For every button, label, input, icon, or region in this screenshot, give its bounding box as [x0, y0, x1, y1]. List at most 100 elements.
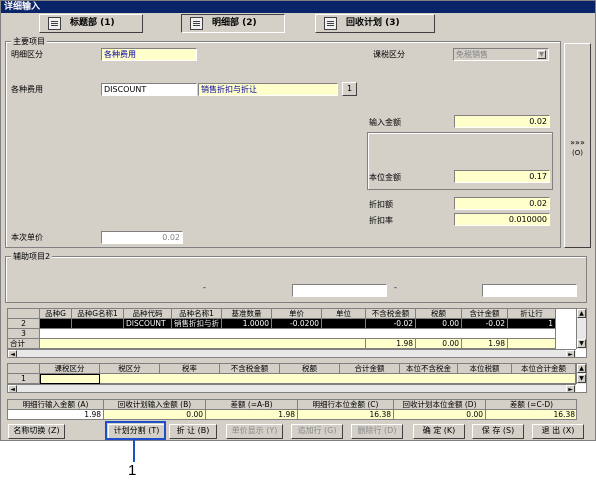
- cell[interactable]: [40, 374, 100, 384]
- tab-header[interactable]: 标题部 (1): [39, 14, 143, 33]
- cell[interactable]: -0.02: [462, 319, 508, 329]
- aux-field-1[interactable]: [292, 284, 387, 297]
- discount-rate-field[interactable]: 0.010000: [454, 213, 550, 226]
- col-header: 品种名称1: [172, 309, 222, 319]
- cell[interactable]: [100, 374, 576, 384]
- cell[interactable]: 销售折扣与折: [172, 319, 222, 329]
- tab-collection-plan-label: 回收计划 (3): [346, 18, 400, 28]
- tax-grid-hscroll[interactable]: ◄ ►: [8, 384, 576, 392]
- main-items-label: 主要项目: [11, 36, 47, 47]
- tax-type-select[interactable]: 免税销售: [453, 48, 549, 61]
- save-button[interactable]: 保 存 (S): [472, 424, 524, 439]
- scroll-up-icon[interactable]: ▲: [577, 309, 586, 318]
- col-header: 合计金额: [340, 364, 400, 374]
- cell[interactable]: DISCOUNT: [124, 319, 172, 329]
- row-number: 1: [8, 374, 40, 384]
- document-icon: [324, 17, 337, 30]
- col-header: 品种G: [40, 309, 72, 319]
- tax-grid-vscroll[interactable]: ▲ ▼: [576, 364, 586, 384]
- summary-value: 0.00: [394, 410, 486, 419]
- summary-header-cell: 差额 (=C-D): [486, 400, 576, 410]
- cell[interactable]: -0.02: [366, 319, 416, 329]
- aux-dash-1: -: [203, 283, 206, 292]
- sum-cell: [508, 339, 556, 349]
- tab-detail-label: 明细部 (2): [212, 18, 257, 28]
- summary-header-cell: 回收计划本位金额 (D): [394, 400, 486, 410]
- scroll-down-icon[interactable]: ▼: [577, 374, 586, 383]
- cell[interactable]: 1: [508, 319, 556, 329]
- summary-table: 明细行输入金额 (A) 回收计划输入金额 (B) 差额 (=A-B) 明细行本位…: [7, 399, 577, 420]
- empty-row[interactable]: [40, 329, 556, 339]
- row-number: 2: [8, 319, 40, 329]
- tax-grid[interactable]: 课税区分 税区分 税率 不含税金额 税额 合计金额 本位不含税金 本位税额 本位…: [7, 363, 587, 393]
- tab-collection-plan[interactable]: 回收计划 (3): [315, 14, 435, 33]
- tax-type-label: 课税区分: [373, 50, 405, 59]
- aux-dash-2: -: [394, 283, 397, 292]
- col-header: 基准数量: [222, 309, 272, 319]
- cell[interactable]: 0.00: [416, 319, 462, 329]
- input-amount-field[interactable]: 0.02: [454, 115, 550, 128]
- tab-detail[interactable]: 明细部 (2): [181, 14, 285, 33]
- discount-amount-field[interactable]: 0.02: [454, 197, 550, 210]
- col-header: 税额: [416, 309, 462, 319]
- sum-cell: 0.00: [416, 339, 462, 349]
- detail-grid[interactable]: 品种G 品种G名称1 品种代码 品种名称1 基准数量 单价 单位 不含税金额 税…: [7, 308, 587, 358]
- callout-line: [133, 440, 135, 462]
- aux-field-2[interactable]: [482, 284, 577, 297]
- expense-name-field: 销售折扣与折让: [198, 83, 338, 96]
- base-amount-field[interactable]: 0.17: [454, 170, 550, 183]
- document-icon: [48, 17, 61, 30]
- summary-value: 1.98: [206, 410, 298, 419]
- sum-cell: 1.98: [462, 339, 508, 349]
- confirm-button[interactable]: 确 定 (K): [413, 424, 465, 439]
- detail-grid-vscroll[interactable]: ▲ ▼: [576, 309, 586, 349]
- scroll-left-icon[interactable]: ◄: [8, 385, 17, 392]
- summary-header-cell: 差额 (=A-B): [206, 400, 298, 410]
- add-row-button[interactable]: 追加行 (G): [291, 424, 343, 439]
- expand-side-button[interactable]: »»» (O): [564, 43, 591, 248]
- detail-type-field[interactable]: 各种费用: [101, 48, 197, 61]
- col-header: 本位不含税金: [400, 364, 458, 374]
- unit-price-field[interactable]: 0.02: [101, 231, 183, 244]
- name-switch-button[interactable]: 名称切换 (Z): [8, 424, 65, 439]
- aux-items-label: 辅助项目2: [11, 251, 53, 262]
- col-header: 税率: [160, 364, 220, 374]
- scroll-right-icon[interactable]: ►: [566, 385, 575, 392]
- tab-bar: 标题部 (1) 明细部 (2) 回收计划 (3): [3, 14, 593, 34]
- unit-price-display-button[interactable]: 单价显示 (Y): [226, 424, 283, 439]
- base-amount-label: 本位金额: [369, 173, 401, 182]
- delete-row-button[interactable]: 删除行 (D): [351, 424, 403, 439]
- expense-lookup-button[interactable]: 1: [342, 82, 357, 96]
- tab-header-label: 标题部 (1): [70, 18, 115, 28]
- tax-type-value: 免税销售: [456, 50, 488, 59]
- scroll-down-icon[interactable]: ▼: [577, 339, 586, 348]
- col-header: 折让行: [508, 309, 556, 319]
- cell[interactable]: -0.0200: [272, 319, 322, 329]
- expense-code-field[interactable]: DISCOUNT: [101, 83, 197, 96]
- summary-value: 1.98: [8, 410, 104, 419]
- cell[interactable]: [322, 319, 366, 329]
- cell[interactable]: [40, 319, 72, 329]
- sum-label: 合计: [8, 339, 40, 349]
- col-header: 课税区分: [40, 364, 100, 374]
- scroll-right-icon[interactable]: ►: [566, 350, 575, 357]
- scroll-left-icon[interactable]: ◄: [8, 350, 17, 357]
- scroll-up-icon[interactable]: ▲: [577, 364, 586, 373]
- exit-button[interactable]: 退 出 (X): [532, 424, 584, 439]
- col-header: 本位合计金额: [512, 364, 576, 374]
- row-number: 3: [8, 329, 40, 339]
- col-header: 单位: [322, 309, 366, 319]
- discount-button[interactable]: 折 让 (B): [169, 424, 217, 439]
- summary-value: 16.38: [486, 410, 576, 419]
- col-header: 品种代码: [124, 309, 172, 319]
- cell[interactable]: [72, 319, 124, 329]
- summary-header-cell: 明细行输入金额 (A): [8, 400, 104, 410]
- callout-highlight-box: [105, 421, 166, 440]
- cell[interactable]: 1.0000: [222, 319, 272, 329]
- document-icon: [190, 17, 203, 30]
- chevron-down-icon[interactable]: ▼: [537, 50, 546, 59]
- discount-rate-label: 折扣率: [369, 216, 393, 225]
- summary-value: 16.38: [298, 410, 394, 419]
- detail-grid-hscroll[interactable]: ◄ ►: [8, 349, 576, 357]
- summary-header-cell: 明细行本位金额 (C): [298, 400, 394, 410]
